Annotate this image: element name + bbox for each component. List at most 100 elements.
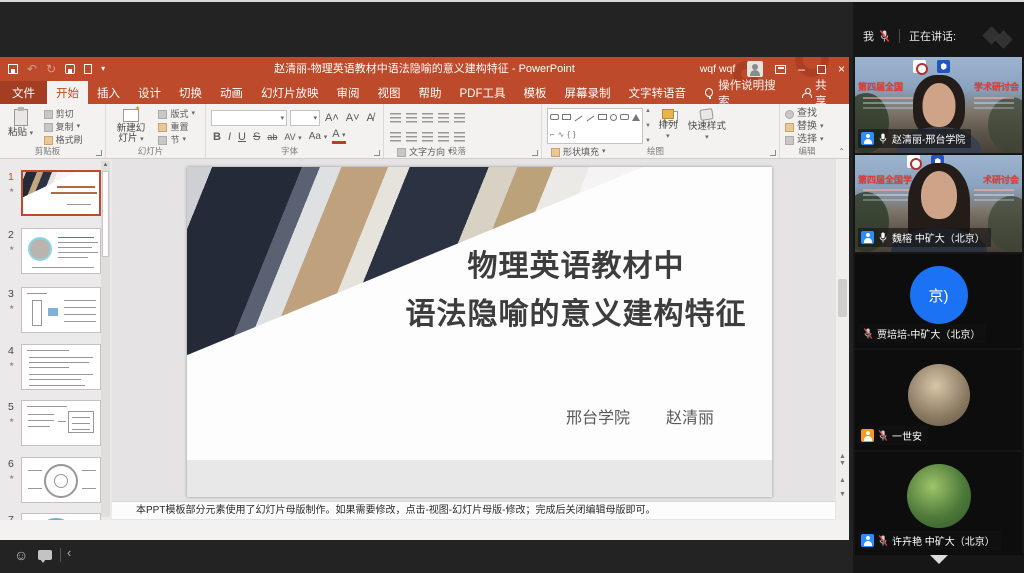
share-button[interactable]: 共享 bbox=[788, 81, 849, 104]
slide-thumbnail-2[interactable] bbox=[21, 228, 101, 274]
editor-scroll-thumb[interactable] bbox=[838, 279, 847, 317]
tab-slideshow[interactable]: 幻灯片放映 bbox=[252, 81, 328, 104]
tab-screen-record[interactable]: 屏幕录制 bbox=[556, 81, 620, 104]
close-button[interactable]: × bbox=[838, 63, 845, 75]
video-tile-yishian[interactable]: 一世安 bbox=[855, 350, 1022, 450]
triangle-shape-icon[interactable] bbox=[632, 114, 640, 121]
rounded-rect-shape-icon[interactable] bbox=[620, 114, 629, 120]
slide-canvas[interactable]: 物理英语教材中 语法隐喻的意义建构特征 邢台学院赵清丽 bbox=[187, 167, 772, 497]
underline-button[interactable]: U bbox=[236, 131, 248, 143]
tab-home[interactable]: 开始 bbox=[47, 81, 88, 104]
arrange-button[interactable]: 排列▾ bbox=[655, 108, 680, 146]
align-center-icon[interactable] bbox=[406, 132, 417, 142]
strikethrough-button[interactable]: S bbox=[251, 131, 262, 143]
bold-button[interactable]: B bbox=[211, 131, 223, 143]
drawing-dialog-launcher[interactable] bbox=[770, 150, 776, 156]
shapes-gallery[interactable]: ⌐ ∿ { } bbox=[547, 108, 643, 144]
account-avatar[interactable] bbox=[747, 61, 763, 77]
video-tile-weirong[interactable]: 第四届全国学 术研讨会 魏榕 中矿大（北京） bbox=[855, 155, 1022, 252]
justify-icon[interactable] bbox=[438, 132, 449, 142]
tab-view[interactable]: 视图 bbox=[369, 81, 410, 104]
restore-button[interactable] bbox=[817, 65, 826, 74]
decrease-indent-icon[interactable] bbox=[422, 113, 433, 123]
slide-thumbnail-3[interactable] bbox=[21, 287, 101, 333]
tab-help[interactable]: 帮助 bbox=[410, 81, 451, 104]
textbox-shape-icon[interactable] bbox=[550, 114, 559, 120]
shadow-button[interactable]: ab bbox=[265, 132, 279, 142]
chat-icon[interactable] bbox=[38, 550, 52, 560]
title-shape-icon[interactable] bbox=[562, 114, 571, 120]
new-slide-button[interactable]: 新建幻灯片 ▾ bbox=[111, 108, 151, 146]
account-name[interactable]: wqf wqf bbox=[700, 63, 736, 75]
slide-thumbnail-7[interactable] bbox=[21, 513, 101, 520]
next-slide-button[interactable]: ▼ bbox=[838, 491, 847, 498]
previous-slide-button[interactable]: ▲ bbox=[838, 477, 847, 484]
scroll-split-icon[interactable]: ▲▼ bbox=[838, 453, 847, 467]
cut-button[interactable]: 剪切 bbox=[44, 108, 83, 120]
my-mic-muted-icon[interactable] bbox=[879, 29, 890, 43]
align-right-icon[interactable] bbox=[422, 132, 433, 142]
tab-transitions[interactable]: 切换 bbox=[170, 81, 211, 104]
line-shape-icon[interactable] bbox=[575, 115, 583, 121]
slide-thumbnail-6[interactable] bbox=[21, 457, 101, 503]
font-name-select[interactable]: ▾ bbox=[211, 110, 287, 126]
paste-button[interactable]: 粘贴 ▾ bbox=[5, 108, 36, 146]
tab-design[interactable]: 设计 bbox=[129, 81, 170, 104]
oval-shape-icon[interactable] bbox=[610, 114, 617, 121]
line-spacing-icon[interactable] bbox=[454, 113, 465, 123]
slide-thumbnail-5[interactable] bbox=[21, 400, 101, 446]
font-size-select[interactable]: ▾ bbox=[290, 110, 320, 126]
ribbon-display-options-icon[interactable] bbox=[775, 65, 786, 74]
slide-thumbnail-1[interactable] bbox=[21, 170, 101, 216]
minimize-button[interactable]: – bbox=[798, 63, 805, 75]
tab-pdf-tools[interactable]: PDF工具 bbox=[451, 81, 515, 104]
rectangle-shape-icon[interactable] bbox=[598, 114, 607, 120]
change-case-button[interactable]: Aa ▾ bbox=[307, 131, 330, 142]
bullets-icon[interactable] bbox=[390, 113, 401, 123]
replace-button[interactable]: 替换 ▾ bbox=[785, 121, 824, 133]
find-button[interactable]: 查找 bbox=[785, 108, 824, 120]
tab-review[interactable]: 审阅 bbox=[328, 81, 369, 104]
editor-scrollbar[interactable]: ▲▼ ▲ ▼ bbox=[836, 159, 849, 520]
align-left-icon[interactable] bbox=[390, 132, 401, 142]
video-tile-jiapeipei[interactable]: 京) 贾培培-中矿大（北京） bbox=[855, 254, 1022, 348]
brace-right-icon[interactable]: } bbox=[573, 131, 576, 139]
numbering-icon[interactable] bbox=[406, 113, 417, 123]
increase-font-icon[interactable]: A˄ bbox=[323, 112, 341, 124]
columns-icon[interactable] bbox=[454, 132, 465, 142]
layout-button[interactable]: 版式 ▾ bbox=[158, 108, 195, 120]
brace-left-icon[interactable]: { bbox=[567, 131, 570, 139]
tab-templates[interactable]: 模板 bbox=[515, 81, 556, 104]
shapes-gallery-scroll[interactable]: ▲▼▼ bbox=[645, 108, 651, 144]
elbow-connector-icon[interactable]: ⌐ bbox=[550, 131, 555, 139]
paragraph-dialog-launcher[interactable] bbox=[532, 150, 538, 156]
tell-me-search[interactable]: 操作说明搜索 bbox=[695, 81, 788, 104]
tab-insert[interactable]: 插入 bbox=[88, 81, 129, 104]
tab-animations[interactable]: 动画 bbox=[211, 81, 252, 104]
arrow-shape-icon[interactable] bbox=[587, 115, 595, 121]
tab-file[interactable]: 文件 bbox=[0, 81, 47, 104]
scroll-up-icon[interactable]: ▲ bbox=[103, 162, 109, 168]
copy-button[interactable]: 复制 ▾ bbox=[44, 121, 83, 133]
char-spacing-button[interactable]: AV ▾ bbox=[282, 132, 303, 142]
clipboard-dialog-launcher[interactable] bbox=[96, 150, 102, 156]
slide-thumbnail-4[interactable] bbox=[21, 344, 101, 390]
font-color-button[interactable]: A ▾ bbox=[332, 129, 345, 144]
quick-styles-button[interactable]: 快速样式▾ bbox=[685, 108, 729, 146]
slide-title[interactable]: 物理英语教材中 语法隐喻的意义建构特征 bbox=[392, 243, 760, 339]
slide-subtitle[interactable]: 邢台学院赵清丽 bbox=[566, 404, 714, 428]
video-tile-zhaoqingli[interactable]: 第四届全国 学术研讨会 赵清丽-邢台学院 bbox=[855, 57, 1022, 153]
curve-shape-icon[interactable]: ∿ bbox=[558, 131, 565, 139]
thumbnail-scrollbar[interactable]: ▲ bbox=[101, 161, 110, 517]
clear-formatting-icon[interactable]: A̸ bbox=[365, 112, 376, 124]
collapse-ribbon-icon[interactable]: ⌃ bbox=[838, 147, 845, 156]
italic-button[interactable]: I bbox=[226, 131, 233, 143]
decrease-font-icon[interactable]: A˅ bbox=[344, 112, 362, 124]
tab-text-to-speech[interactable]: 文字转语音 bbox=[620, 81, 696, 104]
collapse-toolbar-icon[interactable]: ‹ bbox=[67, 545, 71, 560]
thumbnail-scroll-thumb[interactable] bbox=[102, 171, 109, 257]
scroll-more-participants-icon[interactable] bbox=[930, 555, 948, 564]
video-tile-xuhuiyan[interactable]: 许卉艳 中矿大（北京） bbox=[855, 452, 1022, 555]
increase-indent-icon[interactable] bbox=[438, 113, 449, 123]
reactions-icon[interactable]: ☺ bbox=[14, 547, 28, 563]
